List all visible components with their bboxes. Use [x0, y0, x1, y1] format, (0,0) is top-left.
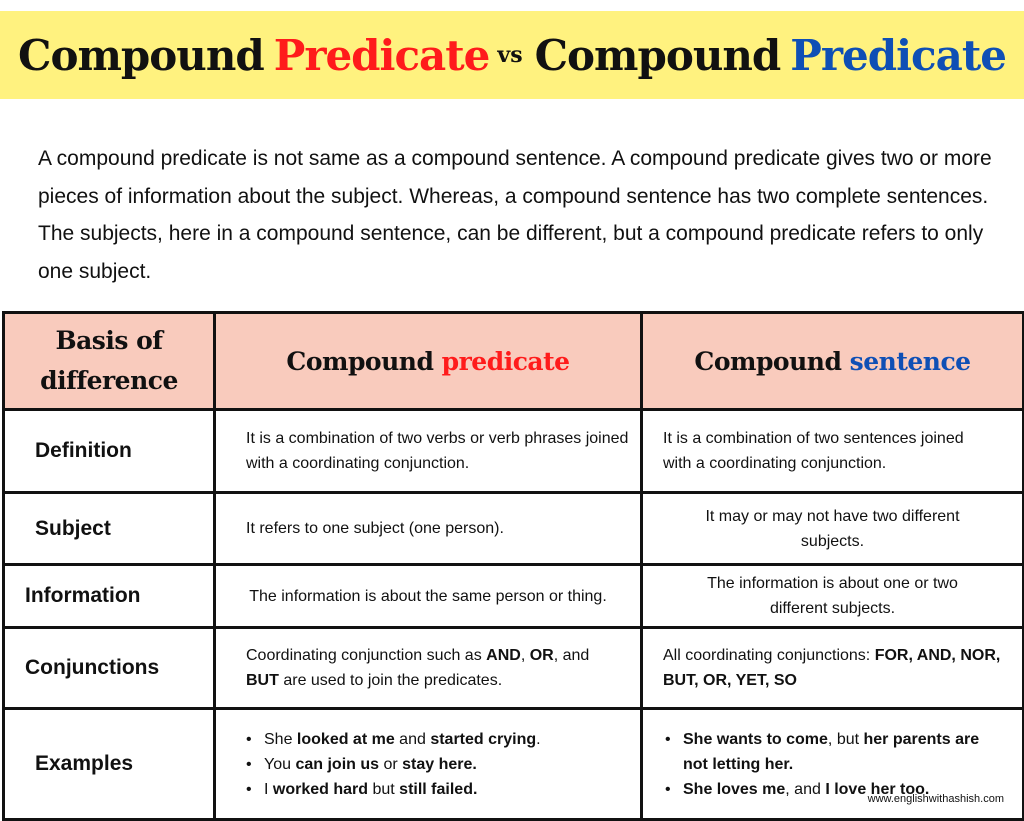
table-row: Definition It is a combination of two ve… [2, 408, 1024, 494]
text: All coordinating conjunctions: [663, 647, 875, 664]
header-predicate-word2: predicate [441, 346, 570, 376]
table-row: Information The information is about the… [2, 563, 1024, 629]
cell-predicate-information: The information is about the same person… [213, 563, 643, 629]
bold-text: still failed. [399, 780, 478, 798]
bold-text: started crying [430, 730, 537, 748]
title-vs: vs [497, 42, 523, 68]
row-label-examples: Examples [2, 707, 216, 821]
bold-text: can join us [295, 755, 380, 773]
table-header-row: Basis of difference Compound predicate C… [2, 311, 1024, 411]
cell-predicate-subject: It refers to one subject (one person). [213, 491, 643, 566]
table-row: Examples She looked at me and started cr… [2, 707, 1024, 821]
cell-sentence-definition: It is a combination of two sentences joi… [640, 408, 1024, 494]
title-predicate-blue: Predicate [790, 30, 1007, 80]
header-predicate-word1: Compound [286, 346, 434, 376]
header-basis-line1: Basis of [55, 326, 163, 355]
bold-text: stay here. [402, 755, 477, 773]
title-predicate-red: Predicate [273, 30, 491, 80]
row-label-information: Information [2, 563, 216, 629]
predicate-example-list: She looked at me and started crying. You… [216, 727, 640, 802]
website-watermark: www.englishwithashish.com [867, 793, 1004, 805]
bold-text: She loves me [683, 780, 786, 798]
text: , [520, 647, 530, 664]
cell-predicate-conjunctions: Coordinating conjunction such as AND, OR… [213, 626, 643, 710]
title-compound-2: Compound [534, 30, 782, 80]
header-sentence-word1: Compound [694, 346, 842, 376]
row-label-definition: Definition [2, 408, 216, 494]
table-row: Subject It refers to one subject (one pe… [2, 491, 1024, 566]
bold-text: She wants to come [683, 730, 828, 748]
header-sentence-word2: sentence [849, 346, 971, 376]
text: or [379, 755, 403, 773]
row-label-conjunctions: Conjunctions [2, 626, 216, 710]
header-compound-sentence: Compound sentence [640, 311, 1024, 411]
sentence-definition-text: It is a combination of two sentences joi… [663, 430, 964, 472]
list-item: She wants to come, but her parents are n… [665, 727, 982, 777]
cell-predicate-examples: She looked at me and started crying. You… [213, 707, 643, 821]
text: are used to join the predicates. [278, 672, 503, 689]
bold-but: BUT [246, 672, 279, 689]
sentence-subject-text: It may or may not have two different sub… [705, 507, 960, 550]
row-label-subject: Subject [2, 491, 216, 566]
title-compound-1: Compound [18, 30, 265, 80]
text: I [264, 780, 273, 798]
text: and [394, 730, 431, 748]
title-banner: Compound Predicate vs Compound Predicate [0, 11, 1024, 99]
text: , and [785, 780, 826, 798]
header-basis: Basis of difference [2, 311, 216, 411]
comparison-table: Basis of difference Compound predicate C… [2, 311, 1024, 821]
bold-and: AND [486, 647, 521, 664]
header-compound-predicate: Compound predicate [213, 311, 643, 411]
cell-sentence-subject: It may or may not have two different sub… [640, 491, 1024, 566]
text: Coordinating conjunction such as [246, 647, 487, 664]
sentence-information-text: The information is about one or two diff… [707, 575, 958, 617]
text: , and [553, 647, 590, 664]
cell-sentence-conjunctions: All coordinating conjunctions: FOR, AND,… [640, 626, 1024, 710]
text: She [264, 730, 297, 748]
text: but [368, 780, 400, 798]
list-item: I worked hard but still failed. [246, 777, 640, 802]
intro-paragraph: A compound predicate is not same as a co… [38, 147, 992, 283]
text: You [264, 755, 296, 773]
table-row: Conjunctions Coordinating conjunction su… [2, 626, 1024, 710]
header-basis-line2: difference [40, 366, 178, 395]
bold-or: OR [529, 647, 554, 664]
text: . [536, 730, 541, 748]
text: , but [827, 730, 864, 748]
cell-sentence-information: The information is about one or two diff… [640, 563, 1024, 629]
cell-predicate-definition: It is a combination of two verbs or verb… [213, 408, 643, 494]
bold-text: worked hard [272, 780, 369, 798]
list-item: She looked at me and started crying. [246, 727, 640, 752]
bold-text: looked at me [296, 730, 395, 748]
cell-sentence-examples: She wants to come, but her parents are n… [640, 707, 1024, 821]
list-item: You can join us or stay here. [246, 752, 640, 777]
